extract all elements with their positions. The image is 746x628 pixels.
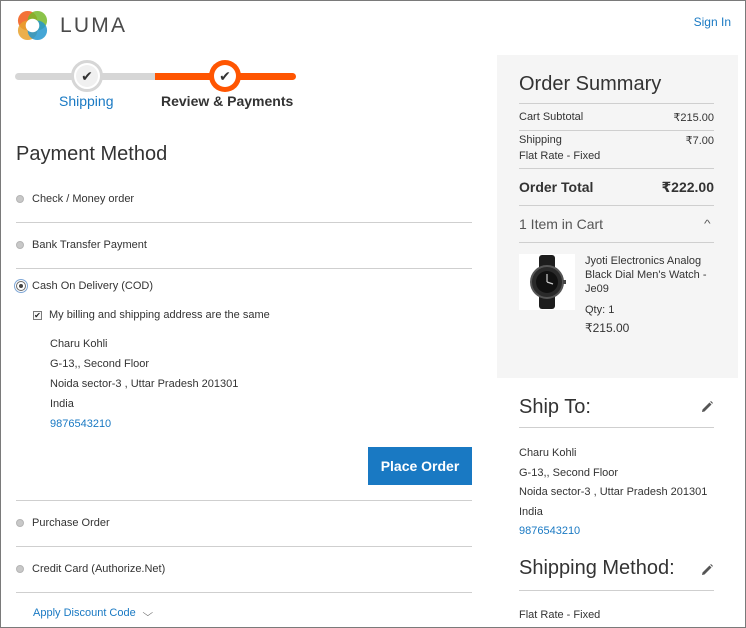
cart-subtotal-row: Cart Subtotal ₹215.00 <box>519 111 714 124</box>
apply-discount-label: Apply Discount Code <box>33 607 136 619</box>
order-total-value: ₹222.00 <box>661 179 714 195</box>
order-summary-title: Order Summary <box>519 73 662 95</box>
payment-option-label: Bank Transfer Payment <box>32 239 147 251</box>
pencil-edit-icon[interactable] <box>700 400 714 414</box>
order-total-row: Order Total ₹222.00 <box>519 179 714 196</box>
cart-subtotal-value: ₹215.00 <box>673 112 714 124</box>
ship-to-address: Charu Kohli G-13,, Second Floor Noida se… <box>519 444 707 542</box>
radio-button[interactable] <box>16 519 24 527</box>
payment-option-label: Purchase Order <box>32 517 110 529</box>
ship-to-name: Charu Kohli <box>519 447 577 459</box>
billing-address: Charu Kohli G-13,, Second Floor Noida se… <box>50 334 238 434</box>
step-review-label: Review & Payments <box>161 93 294 109</box>
payment-method-title: Payment Method <box>16 143 168 165</box>
radio-button-selected[interactable] <box>14 279 28 293</box>
shipping-method-title: Shipping Method: <box>519 557 675 579</box>
order-total-label: Order Total <box>519 179 594 195</box>
shipping-value: ₹7.00 <box>685 135 714 147</box>
divider <box>519 242 714 243</box>
divider <box>519 205 714 206</box>
step-shipping-marker[interactable]: ✔ <box>71 60 103 92</box>
divider <box>16 592 472 593</box>
chevron-down-icon: ⌵ <box>142 607 153 619</box>
product-thumbnail <box>519 254 575 310</box>
items-in-cart-toggle[interactable]: 1 Item in Cart ^ <box>519 216 714 232</box>
shipping-label: Shipping <box>519 134 562 146</box>
ship-to-country: India <box>519 505 543 518</box>
divider <box>519 590 714 591</box>
product-name: Jyoti Electronics Analog Black Dial Men'… <box>585 255 707 295</box>
place-order-button[interactable]: Place Order <box>368 447 472 485</box>
billing-phone-link[interactable]: 9876543210 <box>50 414 238 434</box>
divider <box>16 546 472 547</box>
radio-button[interactable] <box>16 565 24 573</box>
order-summary-panel: Order Summary Cart Subtotal ₹215.00 Ship… <box>497 55 738 378</box>
step-review-marker: ✔ <box>209 60 241 92</box>
billing-name: Charu Kohli <box>50 338 108 350</box>
luma-logo[interactable]: LUMA <box>16 9 127 42</box>
same-address-checkbox[interactable]: ✔ <box>33 310 42 320</box>
divider <box>519 168 714 169</box>
checkmark-icon: ✔ <box>214 65 236 87</box>
divider <box>16 500 472 501</box>
payment-option-bank-transfer[interactable]: Bank Transfer Payment <box>16 239 472 251</box>
divider <box>519 130 714 131</box>
payment-option-cash-on-delivery[interactable]: Cash On Delivery (COD) <box>14 279 472 293</box>
payment-option-check-money-order[interactable]: Check / Money order <box>16 193 472 205</box>
product-qty: Qty: 1 <box>585 304 615 316</box>
ship-to-city-line: Noida sector-3 , Uttar Pradesh 201301 <box>519 486 708 498</box>
luma-logo-icon <box>17 10 48 41</box>
chevron-up-icon: ^ <box>704 218 711 230</box>
payment-option-label: Cash On Delivery (COD) <box>32 280 154 292</box>
same-address-checkbox-row[interactable]: ✔ My billing and shipping address are th… <box>33 309 270 321</box>
ship-to-title: Ship To: <box>519 396 591 418</box>
divider <box>16 222 472 223</box>
items-in-cart-label: 1 Item in Cart <box>519 216 604 232</box>
ship-to-street: G-13,, Second Floor <box>519 466 619 479</box>
shipping-row: Shipping ₹7.00 <box>519 134 714 147</box>
payment-option-credit-card[interactable]: Credit Card (Authorize.Net) <box>16 563 472 575</box>
same-address-label: My billing and shipping address are the … <box>49 309 270 321</box>
apply-discount-toggle[interactable]: Apply Discount Code ⌵ <box>33 607 153 619</box>
pencil-edit-icon[interactable] <box>700 563 714 577</box>
step-shipping-label[interactable]: Shipping <box>59 93 114 109</box>
billing-city-line: Noida sector-3 , Uttar Pradesh 201301 <box>50 378 239 390</box>
divider <box>16 268 472 269</box>
ship-to-phone-link[interactable]: 9876543210 <box>519 522 707 542</box>
payment-option-label: Check / Money order <box>32 193 135 205</box>
radio-button[interactable] <box>16 241 24 249</box>
sign-in-link[interactable]: Sign In <box>694 15 731 29</box>
payment-option-label: Credit Card (Authorize.Net) <box>32 563 166 575</box>
radio-button[interactable] <box>16 195 24 203</box>
billing-street: G-13,, Second Floor <box>50 358 150 370</box>
divider <box>519 427 714 428</box>
product-price: ₹215.00 <box>585 321 630 335</box>
divider <box>519 103 714 104</box>
shipping-method-note: Flat Rate - Fixed <box>519 150 601 162</box>
shipping-method-value: Flat Rate - Fixed <box>519 609 601 621</box>
checkout-page: LUMA Sign In ✔ ✔ Shipping Review & Payme… <box>0 0 746 628</box>
checkout-progress-bar: ✔ ✔ Shipping Review & Payments <box>15 60 297 112</box>
payment-option-purchase-order[interactable]: Purchase Order <box>16 517 472 529</box>
brand-name: LUMA <box>60 13 128 37</box>
watch-image <box>530 255 566 309</box>
cart-subtotal-label: Cart Subtotal <box>519 111 584 123</box>
checkmark-icon: ✔ <box>76 65 98 87</box>
billing-country: India <box>50 398 74 410</box>
